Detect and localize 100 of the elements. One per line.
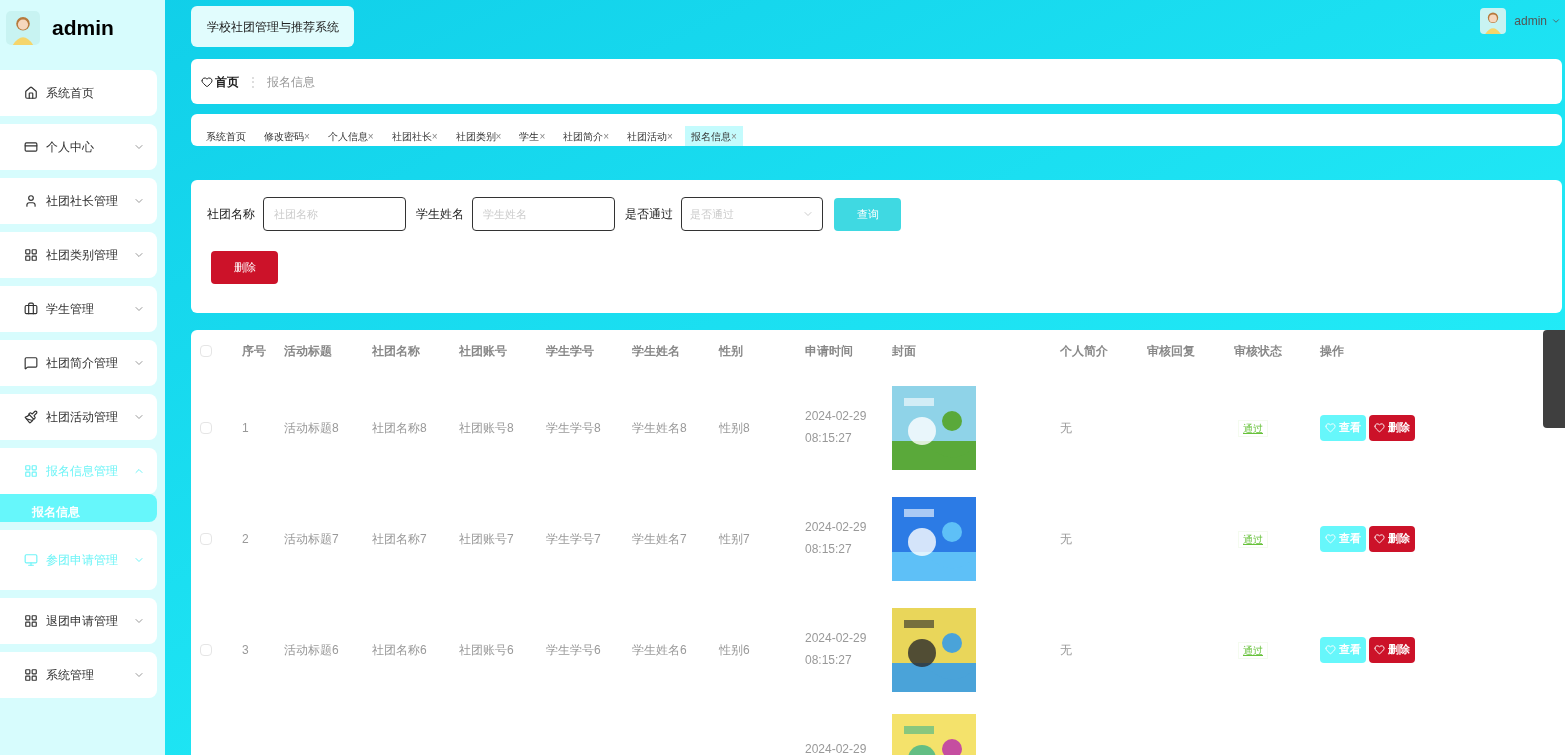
table-cell-text: 性别7 [719, 530, 751, 548]
table-cell-text: 活动标题6 [284, 641, 340, 659]
table-cell-text: 学生学号7 [546, 530, 602, 548]
table-cell-text: 活动标题8 [284, 419, 340, 437]
column-header: 社团账号 [459, 343, 508, 360]
monitor-icon [24, 553, 38, 567]
table-cell-text: 学生学号6 [546, 641, 602, 659]
grid-icon [24, 614, 38, 628]
table-cell-text: 2024-02-29 [805, 408, 868, 425]
row-delete-button[interactable]: 删除 [1369, 414, 1415, 441]
table-cell-text: 社团名称8 [372, 419, 428, 437]
page-tab[interactable]: 社团类别× [449, 126, 508, 146]
heart-icon [1325, 533, 1336, 544]
table-cell-text: 2024-02-29 [805, 519, 868, 536]
page-tab[interactable]: 系统首页 [200, 126, 252, 146]
person-icon [24, 194, 38, 208]
table-cell-text: 无 [1060, 530, 1073, 548]
sidebar-item[interactable]: 社团类别管理 [0, 232, 157, 278]
table-cell-text: 学生学号8 [546, 419, 602, 437]
delete-button[interactable]: 删除 [211, 251, 278, 284]
table-cell-text: 3 [242, 641, 250, 659]
user-avatar-icon [1480, 8, 1507, 34]
avatar-icon [6, 11, 40, 45]
table-cell-text: 社团账号8 [459, 419, 515, 437]
table-cell-text: 社团账号6 [459, 641, 515, 659]
status-tag: 通过 [1238, 530, 1268, 548]
user-menu[interactable]: admin [1514, 12, 1561, 30]
row-checkbox[interactable] [200, 532, 212, 545]
column-header: 审核回复 [1147, 343, 1196, 360]
column-header: 封面 [892, 343, 917, 360]
table-cell-text: 社团名称7 [372, 530, 428, 548]
table-cell-text: 社团账号7 [459, 530, 515, 548]
column-header: 学生学号 [546, 343, 595, 360]
page-tab[interactable]: 学生× [513, 126, 552, 146]
table-cell-text: 活动标题7 [284, 530, 340, 548]
column-header: 学生姓名 [632, 343, 681, 360]
page-tab[interactable]: 修改密码× [258, 126, 316, 146]
breadcrumb-home[interactable]: 首页 [201, 72, 239, 91]
sidebar-item[interactable]: 社团简介管理 [0, 340, 157, 386]
row-checkbox[interactable] [200, 643, 212, 656]
chat-icon [24, 356, 38, 370]
table-cell-text: 2 [242, 530, 250, 548]
card-icon [24, 140, 38, 154]
side-handle[interactable] [1543, 330, 1565, 428]
status-tag: 通过 [1238, 419, 1268, 437]
heart-icon [201, 75, 213, 88]
select-all-checkbox[interactable] [200, 345, 212, 357]
heart-icon [1325, 644, 1336, 655]
brush-icon [24, 410, 38, 424]
status-tag: 通过 [1238, 641, 1268, 659]
grid-icon [24, 464, 38, 478]
row-checkbox[interactable] [200, 421, 212, 434]
field-label: 是否通过 [625, 206, 673, 223]
column-header: 序号 [242, 343, 267, 360]
sidebar-item[interactable]: 系统首页 [0, 70, 157, 116]
table-cell-text: 学生姓名8 [632, 419, 688, 437]
heart-icon [1374, 533, 1385, 544]
sidebar-item[interactable]: 社团活动管理 [0, 394, 157, 440]
home-icon [24, 86, 38, 100]
column-header: 活动标题 [284, 343, 333, 360]
table-cell-text: 学生姓名7 [632, 530, 688, 548]
breadcrumb-current: 报名信息 [267, 73, 315, 91]
grid-icon [24, 248, 38, 262]
sidebar-item[interactable]: 社团社长管理 [0, 178, 157, 224]
row-delete-button[interactable]: 删除 [1369, 525, 1415, 552]
page-tab[interactable]: 社团活动× [621, 126, 679, 146]
table-cell-text: 学生姓名6 [632, 641, 688, 659]
column-header: 审核状态 [1234, 343, 1283, 360]
heart-icon [1374, 644, 1385, 655]
grid-icon [24, 668, 38, 682]
sidebar-item[interactable]: 系统管理 [0, 652, 157, 698]
field-label: 学生姓名 [416, 206, 464, 223]
page-tab[interactable]: 个人信息× [321, 126, 380, 146]
page-tab[interactable]: 社团社长× [385, 126, 444, 146]
table-cell-text: 性别8 [719, 419, 751, 437]
sidebar-user: admin [52, 15, 114, 42]
column-header: 社团名称 [372, 343, 421, 360]
table-cell-text: 性别6 [719, 641, 751, 659]
row-delete-button[interactable]: 删除 [1369, 636, 1415, 663]
table-cell-text: 2024-02-29 [805, 630, 868, 647]
heart-icon [1374, 422, 1385, 433]
column-header: 个人简介 [1060, 343, 1109, 360]
column-header: 申请时间 [805, 343, 854, 360]
column-header: 性别 [719, 343, 744, 360]
table-cell-text: 无 [1060, 419, 1073, 437]
breadcrumb-separator: ⋮ [247, 73, 259, 91]
table-cell-text: 无 [1060, 641, 1073, 659]
table-cell-text: 08:15:27 [805, 652, 853, 669]
sidebar-item[interactable]: 学生管理 [0, 286, 157, 332]
table-cell-text: 08:15:27 [805, 541, 853, 558]
table-cell-text: 1 [242, 419, 250, 437]
page-tab[interactable]: 报名信息× [684, 126, 743, 146]
table-cell-text: 08:15:27 [805, 430, 853, 447]
page-tab[interactable]: 社团简介× [557, 126, 616, 146]
sidebar-item[interactable]: 个人中心 [0, 124, 157, 170]
sidebar-item[interactable]: 退团申请管理 [0, 598, 157, 644]
heart-icon [1325, 422, 1336, 433]
briefcase-icon [24, 302, 38, 316]
caret-icon [1551, 16, 1561, 26]
table-cell-text: 2024-02-29 [805, 741, 868, 755]
